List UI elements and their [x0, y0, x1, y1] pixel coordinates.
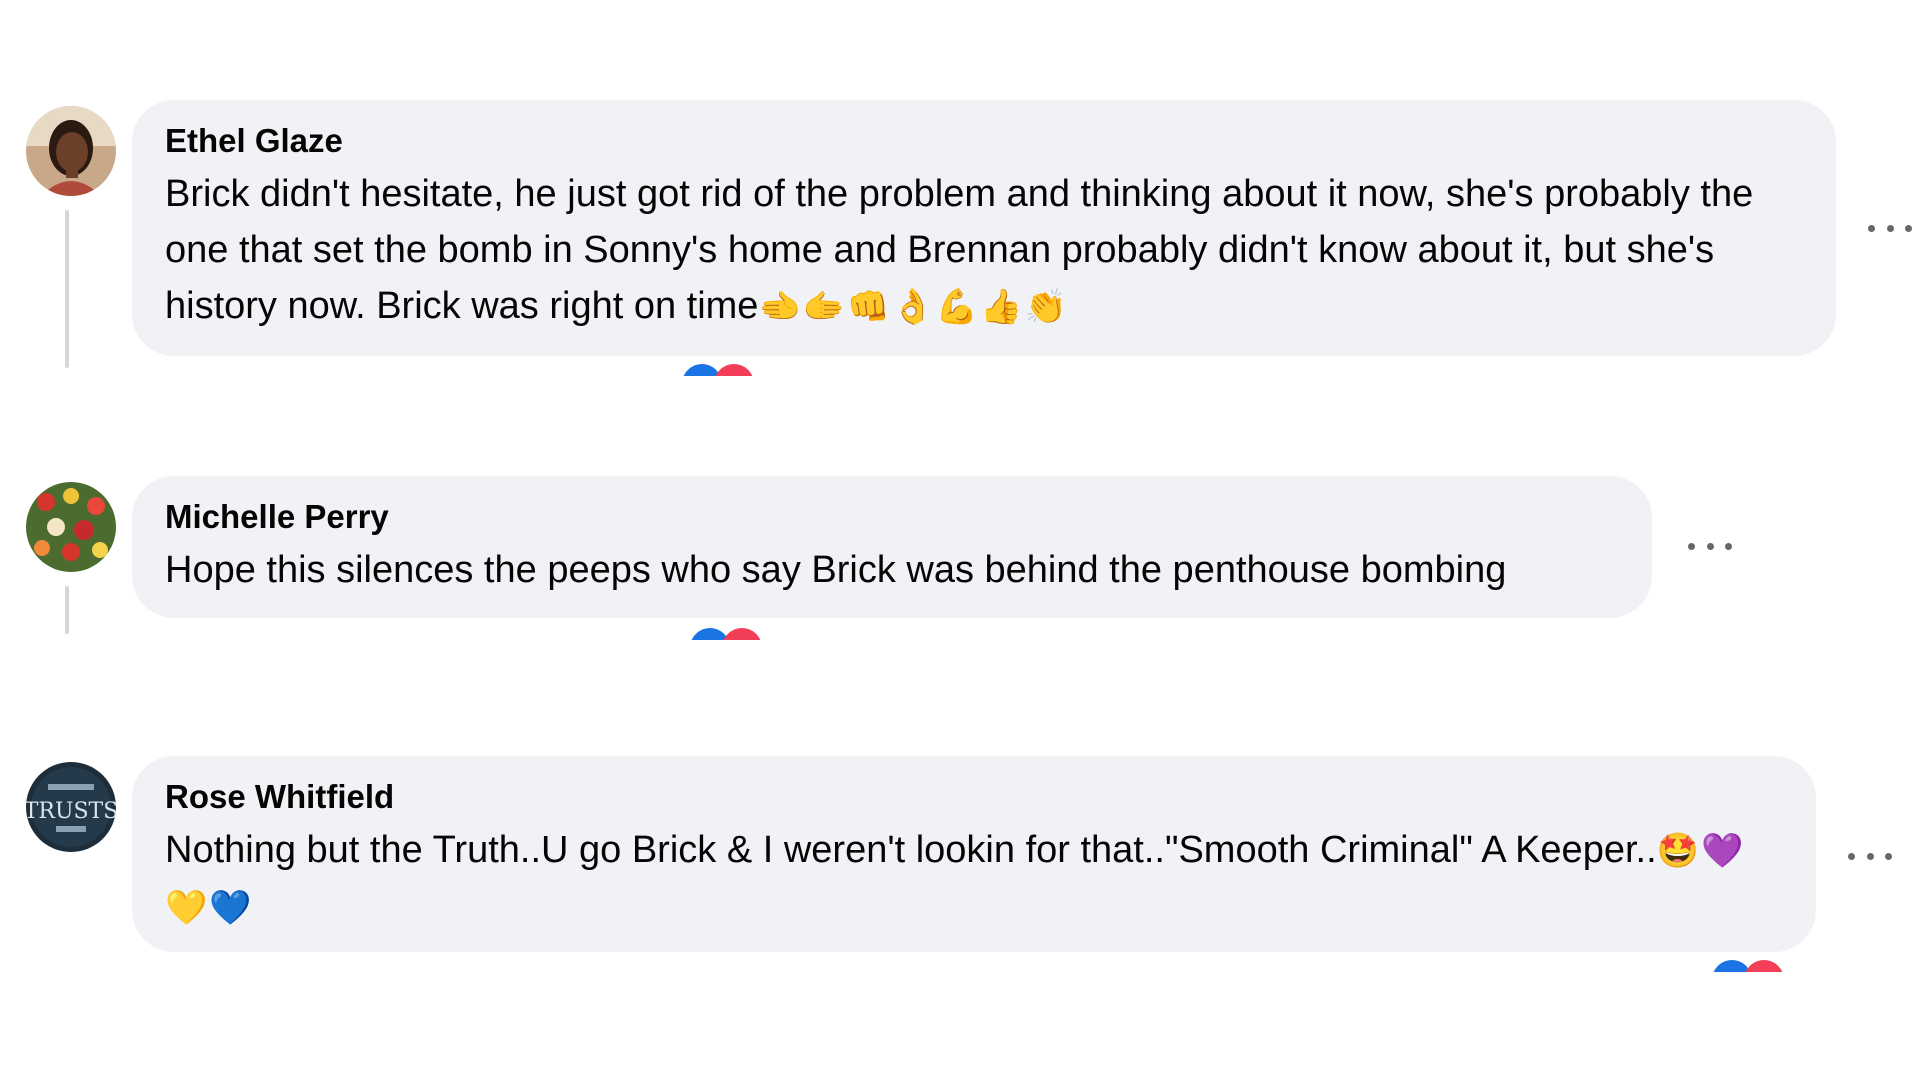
avatar[interactable]	[26, 106, 116, 196]
comment-author[interactable]: Ethel Glaze	[165, 122, 1802, 160]
reaction-summary[interactable]	[690, 628, 780, 640]
dot-icon	[1905, 224, 1912, 232]
reaction-summary[interactable]	[682, 364, 772, 376]
dot-icon	[1688, 542, 1695, 550]
more-options-button[interactable]	[1868, 218, 1912, 238]
more-options-button[interactable]	[1688, 536, 1732, 556]
dot-icon	[1886, 224, 1894, 232]
love-reaction-icon	[722, 628, 762, 640]
comment-text-body: Nothing but the Truth..U go Brick & I we…	[165, 829, 1657, 871]
love-reaction-icon	[714, 364, 754, 376]
dot-icon	[1868, 224, 1875, 232]
reaction-summary[interactable]	[1712, 960, 1802, 972]
comment-text: Brick didn't hesitate, he just got rid o…	[165, 166, 1802, 335]
flowers-photo-icon	[26, 482, 116, 572]
comment-author[interactable]: Rose Whitfield	[165, 778, 1782, 816]
comment-bubble: Michelle Perry Hope this silences the pe…	[132, 476, 1652, 618]
comment-text: Hope this silences the peeps who say Bri…	[165, 549, 1507, 591]
emoji-sequence: 🫲🫱👊👌💪👍👏	[758, 287, 1069, 327]
dot-icon	[1725, 542, 1732, 550]
dot-icon	[1866, 852, 1874, 860]
comment-bubble: Ethel Glaze Brick didn't hesitate, he ju…	[132, 100, 1836, 356]
thread-line	[65, 210, 69, 368]
comment-text: Nothing but the Truth..U go Brick & I we…	[165, 822, 1782, 936]
dot-icon	[1706, 542, 1714, 550]
svg-text:TRUSTS: TRUSTS	[26, 799, 116, 824]
trusts-graphic-icon: TRUSTS	[26, 762, 116, 852]
avatar[interactable]: TRUSTS	[26, 762, 116, 852]
love-reaction-icon	[1744, 960, 1784, 972]
comment-bubble: Rose Whitfield Nothing but the Truth..U …	[132, 756, 1816, 952]
dot-icon	[1848, 852, 1855, 860]
more-options-button[interactable]	[1848, 846, 1892, 866]
comment-author[interactable]: Michelle Perry	[165, 498, 1618, 536]
avatar[interactable]	[26, 482, 116, 572]
thread-line	[65, 586, 69, 634]
dot-icon	[1885, 852, 1892, 860]
person-photo-icon	[26, 106, 116, 196]
